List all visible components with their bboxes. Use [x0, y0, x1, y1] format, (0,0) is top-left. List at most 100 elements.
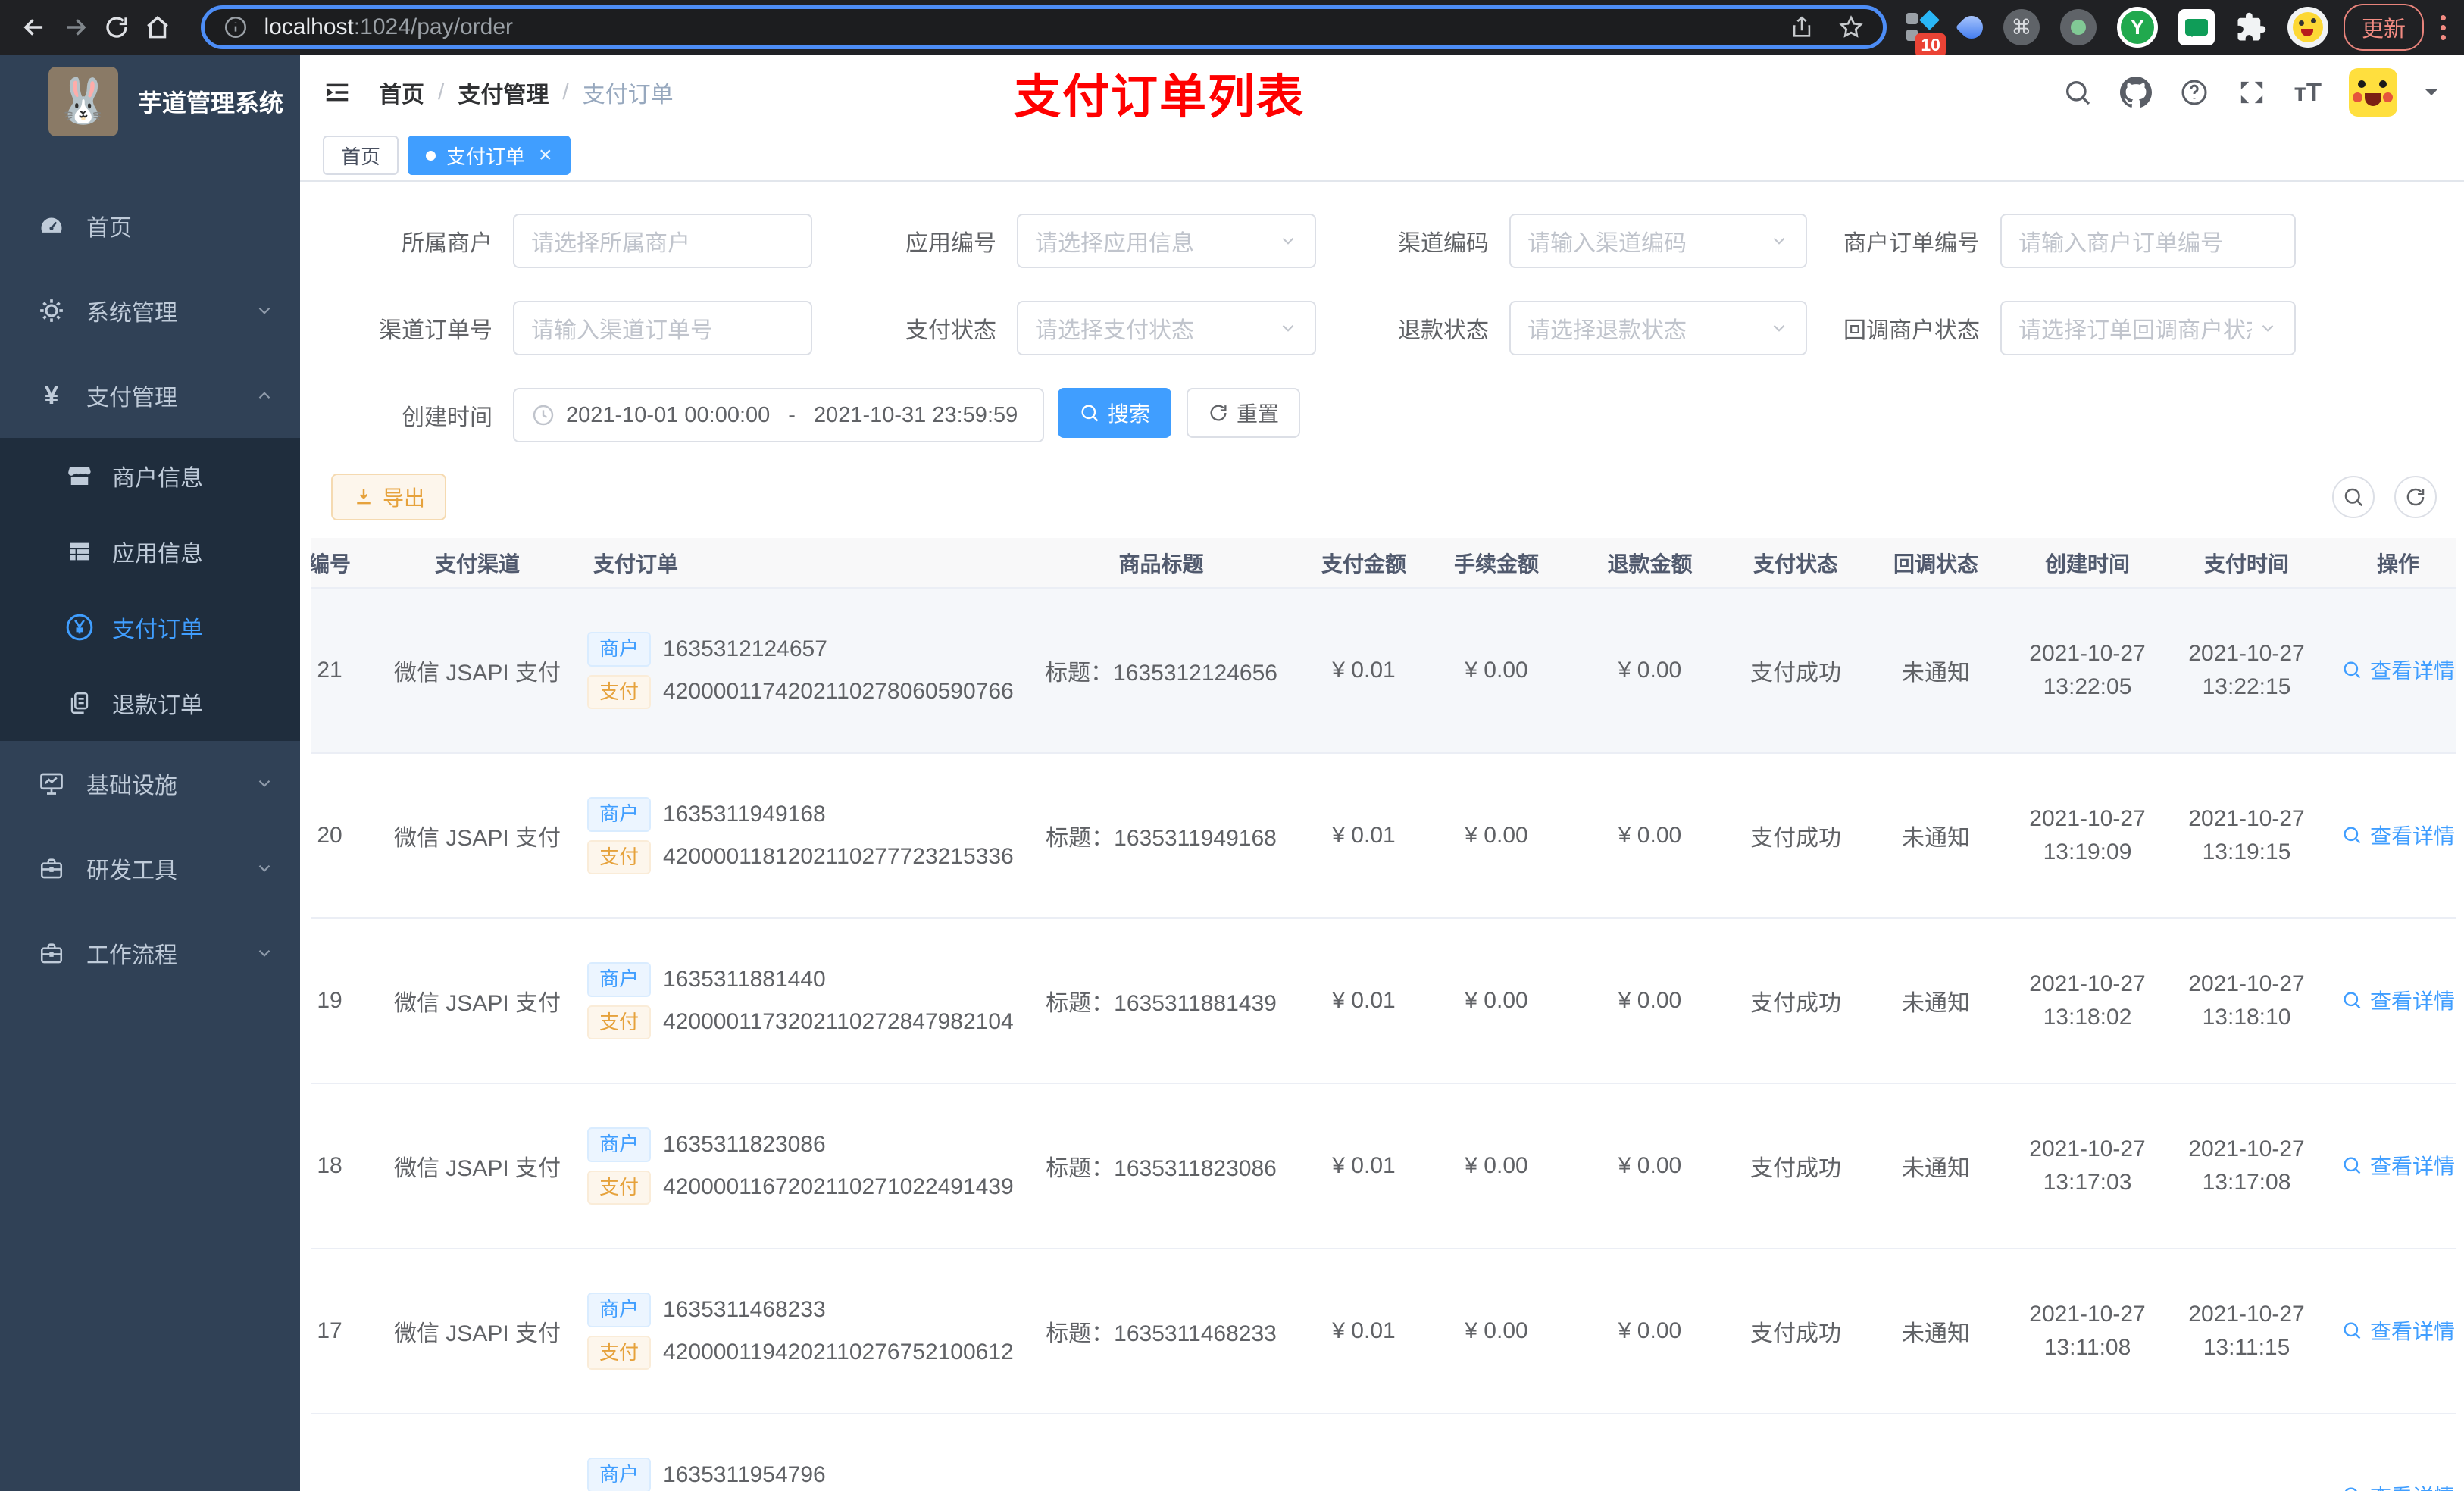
cell-channel: 微信 JSAPI 支付 — [383, 753, 572, 919]
app-select[interactable]: 请选择应用信息 — [1017, 214, 1316, 268]
cell-channel: 微信 JSAPI 支付 — [383, 918, 572, 1084]
bookmark-star-icon[interactable] — [1837, 14, 1865, 41]
pay-status-select[interactable]: 请选择支付状态 — [1017, 301, 1316, 355]
sidebar-item-merchant-info[interactable]: 商户信息 — [0, 438, 300, 514]
sidebar-item-workflow[interactable]: 工作流程 — [0, 911, 300, 996]
sidebar-item-system[interactable]: 系统管理 — [0, 268, 300, 353]
merchant-order-no-input[interactable]: 请输入商户订单编号 — [2000, 214, 2296, 268]
sidebar-item-app-info[interactable]: 应用信息 — [0, 514, 300, 589]
extension-balloon-icon[interactable] — [1955, 11, 1988, 44]
create-time: 13:17:03 — [2043, 1170, 2132, 1195]
cell-amount: ¥ 0.01 — [1307, 1083, 1421, 1249]
sidebar-item-payment[interactable]: ¥ 支付管理 — [0, 353, 300, 438]
extension-grid-icon[interactable]: 10 — [1905, 10, 1946, 57]
font-size-icon[interactable]: тT — [2294, 78, 2322, 107]
view-detail-link[interactable]: 查看详情 — [2341, 820, 2455, 850]
merchant-select[interactable]: 请选择所属商户 — [513, 214, 812, 268]
date-end: 2021-10-31 23:59:59 — [813, 402, 1018, 427]
search-button[interactable]: 搜索 — [1058, 388, 1172, 438]
view-detail-link[interactable]: 查看详情 — [2341, 655, 2455, 685]
github-icon[interactable] — [2119, 77, 2152, 108]
export-button[interactable]: 导出 — [331, 474, 447, 520]
browser-menu-icon[interactable] — [2441, 14, 2446, 40]
refresh-button[interactable] — [2394, 476, 2437, 518]
cell-pay-time: 2021-10-27 13:11:15 — [2167, 1249, 2326, 1414]
site-info-icon[interactable] — [223, 14, 249, 40]
home-icon[interactable] — [137, 6, 178, 48]
sidebar-item-pay-order[interactable]: 支付订单 — [0, 589, 300, 665]
clock-icon — [531, 403, 555, 427]
tab-close-icon[interactable]: × — [539, 144, 552, 167]
sidebar-item-devtools[interactable]: 研发工具 — [0, 826, 300, 911]
user-avatar[interactable] — [2349, 68, 2397, 117]
pay-tag: 支付 — [587, 1335, 652, 1370]
refund-status-select[interactable]: 请选择退款状态 — [1509, 301, 1807, 355]
notify-status-select[interactable]: 请选择订单回调商户状态 — [2000, 301, 2296, 355]
cell-fee: ¥ 0.00 — [1421, 753, 1572, 919]
extension-record-icon[interactable] — [2059, 9, 2097, 45]
tab-home[interactable]: 首页 — [323, 136, 399, 175]
channel-code-select[interactable]: 请输入渠道编码 — [1509, 214, 1807, 268]
sidebar-fold-icon[interactable] — [323, 78, 352, 107]
col-channel: 支付渠道 — [383, 538, 572, 589]
address-bar[interactable]: localhost:1024/pay/order — [201, 5, 1887, 49]
col-actions: 操作 — [2326, 538, 2456, 589]
shop-icon — [62, 462, 97, 489]
avatar-caret-icon[interactable] — [2425, 89, 2438, 102]
placeholder-text: 请选择支付状态 — [1035, 318, 1194, 343]
filter-label: 所属商户 — [402, 231, 492, 256]
forward-icon[interactable] — [55, 6, 95, 48]
cell-id: 19 — [311, 918, 383, 1084]
pay-time: 13:19:15 — [2202, 839, 2291, 864]
cell-amount: ¥ 0.01 — [1307, 753, 1421, 919]
channel-order-no-input[interactable]: 请输入渠道订单号 — [513, 301, 812, 355]
url-text[interactable]: localhost:1024/pay/order — [264, 14, 1766, 40]
pay-tag: 支付 — [587, 1005, 652, 1039]
cell-title: 标题：1635311468233 — [1015, 1249, 1307, 1414]
extension-chat-icon[interactable] — [2178, 9, 2215, 45]
chevron-down-icon — [255, 858, 274, 878]
col-refund: 退款金额 — [1572, 538, 1728, 589]
cell-amount: ¥ 0.01 — [1307, 1249, 1421, 1414]
reset-button[interactable]: 重置 — [1187, 388, 1301, 438]
create-time-range-picker[interactable]: 2021-10-01 00:00:00 - 2021-10-31 23:59:5… — [513, 388, 1044, 442]
view-detail-label: 查看详情 — [2369, 1155, 2455, 1178]
sidebar-item-infra[interactable]: 基础设施 — [0, 741, 300, 826]
extension-badge: 10 — [1915, 33, 1946, 57]
breadcrumb-section[interactable]: 支付管理 — [458, 76, 549, 109]
cell-fee: ¥ 0.00 — [1421, 1083, 1572, 1249]
cell-id — [311, 1414, 383, 1491]
view-detail-link[interactable]: 查看详情 — [2341, 1480, 2455, 1491]
reset-button-label: 重置 — [1237, 402, 1280, 426]
cell-actions: 查看详情 — [2326, 588, 2456, 754]
filter-label: 支付状态 — [905, 318, 996, 343]
date-start: 2021-10-01 00:00:00 — [566, 402, 771, 427]
view-detail-link[interactable]: 查看详情 — [2341, 1150, 2455, 1180]
extensions-puzzle-icon[interactable] — [2235, 11, 2267, 43]
back-icon[interactable] — [14, 6, 55, 48]
extension-command-icon[interactable]: ⌘ — [2003, 9, 2040, 45]
profile-avatar-icon[interactable] — [2287, 7, 2328, 48]
extension-y-icon[interactable]: Y — [2116, 7, 2158, 48]
tab-pay-order[interactable]: 支付订单 × — [408, 136, 571, 175]
share-icon[interactable] — [1789, 14, 1815, 40]
sidebar-item-label: 工作流程 — [86, 943, 177, 968]
merchant-order-no: 1635311823086 — [663, 1131, 826, 1157]
view-detail-link[interactable]: 查看详情 — [2341, 985, 2455, 1015]
sidebar: 🐰 芋道管理系统 首页 系统管理 ¥ 支付管理 商户信息 应用信息 支付订单 退… — [0, 55, 300, 1491]
search-icon[interactable] — [2062, 77, 2093, 108]
view-detail-link[interactable]: 查看详情 — [2341, 1315, 2455, 1346]
fullscreen-icon[interactable] — [2237, 77, 2267, 108]
cell-pay-order: 商户 1635311823086 支付 42000011672021102710… — [572, 1083, 1015, 1249]
chrome-update-button[interactable]: 更新 — [2343, 4, 2424, 51]
filter-label: 回调商户状态 — [1843, 318, 1980, 343]
filter-label: 商户订单编号 — [1843, 231, 1980, 256]
help-icon[interactable] — [2179, 77, 2209, 108]
reload-icon[interactable] — [96, 6, 137, 48]
sidebar-item-refund-order[interactable]: 退款订单 — [0, 665, 300, 741]
cell-pay-time — [2167, 1414, 2326, 1491]
breadcrumb-home[interactable]: 首页 — [379, 76, 424, 109]
sidebar-item-home[interactable]: 首页 — [0, 183, 300, 268]
cell-notify: 未通知 — [1864, 753, 2008, 919]
toggle-search-button[interactable] — [2332, 476, 2375, 518]
